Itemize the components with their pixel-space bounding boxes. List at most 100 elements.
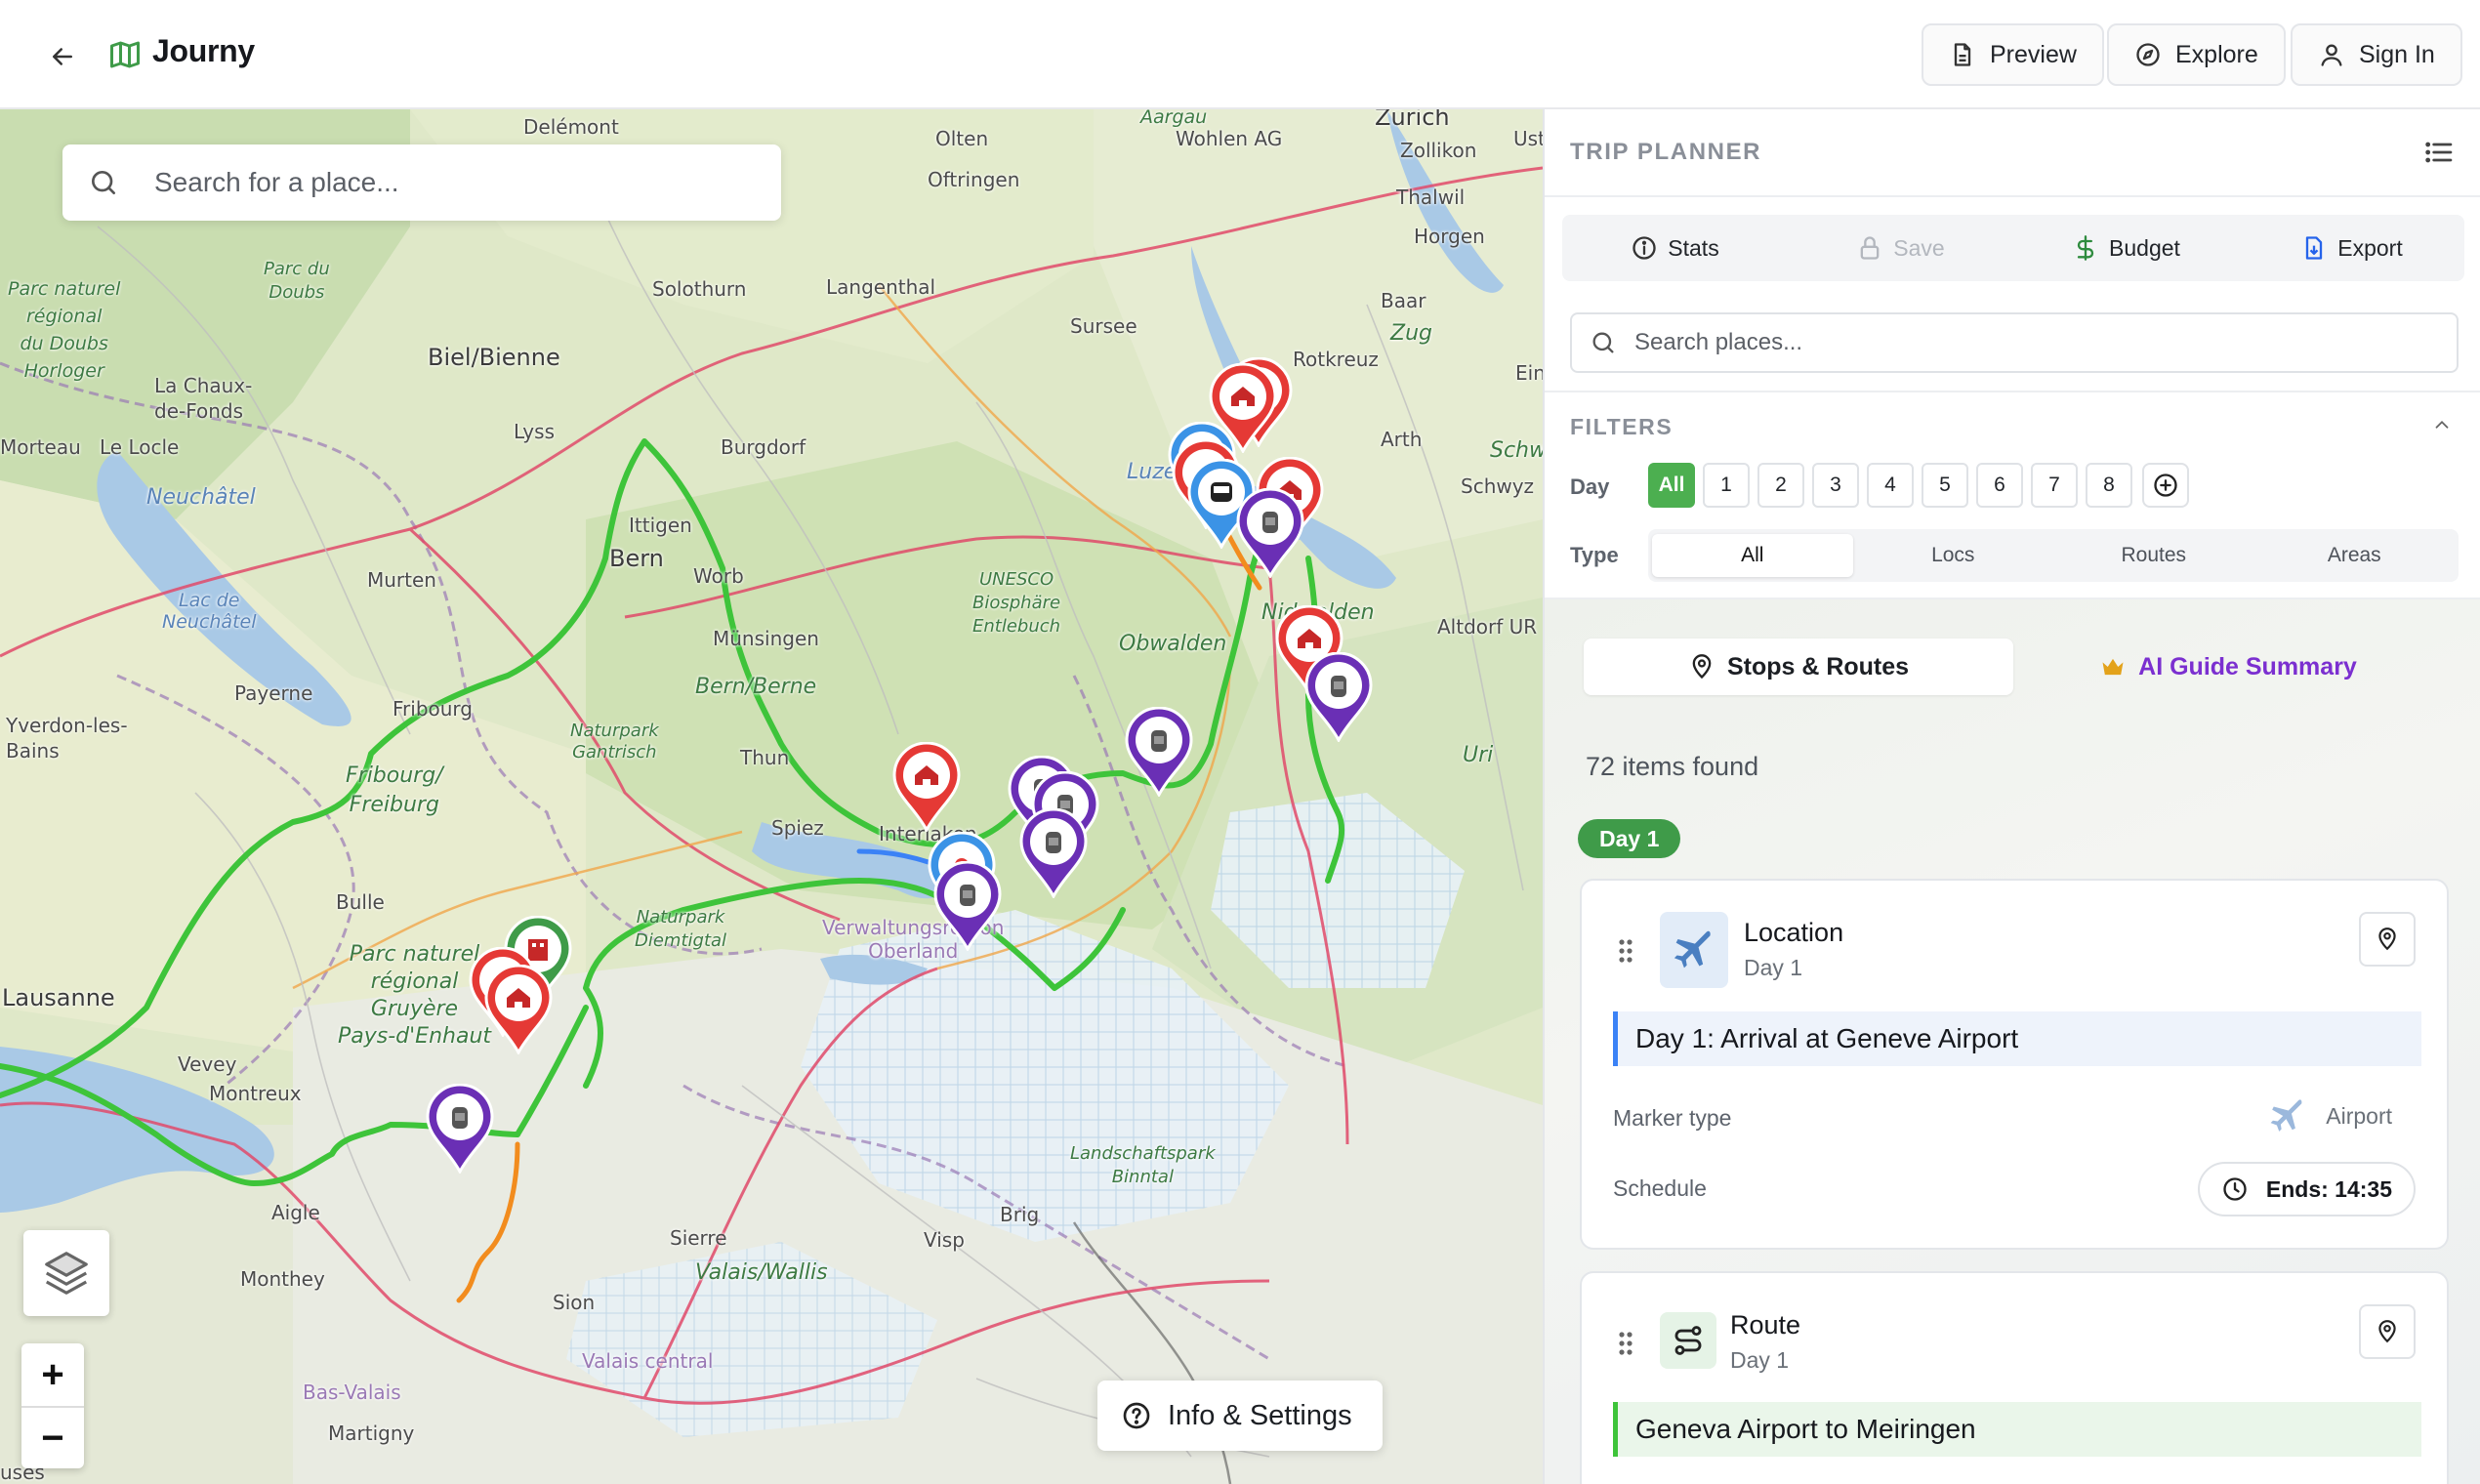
map-search-box[interactable] bbox=[62, 144, 781, 221]
items-found-count: 72 items found bbox=[1586, 752, 1759, 781]
panel-search-section bbox=[1545, 301, 2480, 392]
app-brand[interactable]: Journy bbox=[152, 33, 255, 69]
explore-button[interactable]: Explore bbox=[2107, 23, 2286, 86]
map-view[interactable]: Delémont Olten Oftringen Aargau Wohlen A… bbox=[0, 109, 1543, 1484]
hiking-pin[interactable] bbox=[424, 1083, 496, 1175]
hiking-pin[interactable] bbox=[1017, 807, 1090, 900]
map-label-parc-du-doubs: Parc du Doubs bbox=[264, 258, 330, 305]
day-chip-8[interactable]: 8 bbox=[2086, 463, 2132, 508]
back-button[interactable] bbox=[39, 33, 86, 80]
map-label-diem-1: Naturpark bbox=[636, 907, 725, 928]
map-label-bern: Bern bbox=[609, 545, 664, 572]
day-chip-6[interactable]: 6 bbox=[1976, 463, 2023, 508]
stats-button[interactable]: Stats bbox=[1562, 234, 1788, 262]
day-chip-7[interactable]: 7 bbox=[2031, 463, 2078, 508]
hiking-pin[interactable] bbox=[1123, 706, 1195, 799]
zoom-in-button[interactable]: + bbox=[21, 1343, 84, 1406]
zoom-out-button[interactable]: − bbox=[21, 1406, 84, 1468]
attraction-pin[interactable] bbox=[890, 741, 963, 834]
map-label-parc-doubs-1: Parc naturel bbox=[8, 278, 121, 300]
planner-toolbar: Stats Save Budget Export bbox=[1562, 215, 2464, 281]
app-header: Journy Preview Explore Sign In bbox=[0, 0, 2480, 109]
sign-in-button[interactable]: Sign In bbox=[2291, 23, 2462, 86]
map-label-ittigen: Ittigen bbox=[629, 514, 692, 537]
map-label-le-locle: Le Locle bbox=[100, 435, 180, 459]
map-label-arth: Arth bbox=[1381, 428, 1423, 451]
type-option-areas[interactable]: Areas bbox=[2254, 534, 2456, 577]
panel-search-input[interactable] bbox=[1634, 329, 2416, 356]
map-label-morteau: Morteau bbox=[0, 435, 81, 459]
day-chip-all[interactable]: All bbox=[1648, 463, 1695, 508]
map-label-biel: Biel/Bienne bbox=[428, 344, 560, 371]
type-option-routes[interactable]: Routes bbox=[2053, 534, 2254, 577]
export-button[interactable]: Export bbox=[2239, 234, 2464, 262]
map-label-olten: Olten bbox=[935, 127, 989, 150]
info-icon bbox=[1633, 236, 1656, 260]
map-label-parc-du: Parc du bbox=[264, 259, 330, 279]
itinerary-card-route[interactable]: Route Day 1 Geneva Airport to Meiringen bbox=[1580, 1271, 2449, 1484]
preview-button[interactable]: Preview bbox=[1922, 23, 2104, 86]
tab-stops-routes[interactable]: Stops & Routes bbox=[1584, 639, 2013, 695]
day-chip-2[interactable]: 2 bbox=[1757, 463, 1804, 508]
day-chip-4[interactable]: 4 bbox=[1867, 463, 1914, 508]
card-banner: Day 1: Arrival at Geneve Airport bbox=[1613, 1011, 2421, 1066]
map-label-solothurn: Solothurn bbox=[652, 277, 747, 301]
map-label-obwalden: Obwalden bbox=[1119, 632, 1227, 656]
map-label-unesco-1: UNESCO bbox=[978, 569, 1054, 590]
locate-on-map-button[interactable] bbox=[2359, 1304, 2416, 1359]
type-option-all[interactable]: All bbox=[1652, 534, 1853, 577]
day-chip-1[interactable]: 1 bbox=[1703, 463, 1750, 508]
map-label-schwyz: Schwyz bbox=[1461, 474, 1535, 498]
map-label-zollikon: Zollikon bbox=[1400, 139, 1477, 162]
day-chip-5[interactable]: 5 bbox=[1922, 463, 1968, 508]
document-icon bbox=[1954, 43, 1971, 66]
map-pin-icon bbox=[2378, 1320, 2396, 1343]
tab-ai-guide[interactable]: AI Guide Summary bbox=[2013, 639, 2443, 695]
schedule-value: Ends: 14:35 bbox=[2265, 1175, 2392, 1202]
panel-title: TRIP PLANNER bbox=[1570, 139, 1762, 165]
map-label-delemont: Delémont bbox=[523, 115, 619, 139]
map-label-rotkreuz: Rotkreuz bbox=[1293, 348, 1379, 371]
budget-button[interactable]: Budget bbox=[2013, 234, 2239, 262]
hiking-pin[interactable] bbox=[931, 860, 1004, 953]
map-label-worb: Worb bbox=[693, 564, 744, 588]
drag-handle-icon[interactable] bbox=[1617, 937, 1634, 965]
attraction-pin[interactable] bbox=[482, 964, 555, 1056]
schedule-chip[interactable]: Ends: 14:35 bbox=[2197, 1162, 2416, 1216]
map-label-horgen: Horgen bbox=[1414, 225, 1485, 248]
chevron-up-icon[interactable] bbox=[2431, 414, 2453, 435]
type-option-locs[interactable]: Locs bbox=[1853, 534, 2054, 577]
add-day-button[interactable] bbox=[2142, 463, 2189, 508]
map-label-sursee: Sursee bbox=[1070, 314, 1137, 338]
arrow-left-icon bbox=[53, 48, 72, 65]
map-label-gantrisch-1: Naturpark bbox=[570, 721, 659, 741]
map-label-gantrisch-2: Gantrisch bbox=[572, 742, 657, 763]
day-chip-3[interactable]: 3 bbox=[1812, 463, 1859, 508]
map-label-lausanne: Lausanne bbox=[2, 984, 115, 1011]
day-group-badge[interactable]: Day 1 bbox=[1578, 819, 1681, 858]
map-label-spiez: Spiez bbox=[771, 816, 824, 840]
layers-button[interactable] bbox=[23, 1230, 109, 1316]
hiking-pin[interactable] bbox=[1234, 487, 1306, 580]
save-button[interactable]: Save bbox=[1788, 234, 2013, 262]
search-icon bbox=[92, 171, 115, 194]
map-search-input[interactable] bbox=[154, 167, 701, 198]
user-icon bbox=[2321, 44, 2342, 66]
map-label-lac-neuchatel: Lac de Neuchâtel bbox=[162, 590, 257, 633]
map-label-sierre: Sierre bbox=[670, 1226, 727, 1250]
itinerary-card-location[interactable]: Location Day 1 Day 1: Arrival at Geneve … bbox=[1580, 879, 2449, 1250]
map-pin-icon bbox=[2378, 928, 2396, 951]
marker-type-text: Airport bbox=[2326, 1102, 2392, 1129]
hiking-pin[interactable] bbox=[1302, 651, 1375, 744]
info-settings-button[interactable]: Info & Settings bbox=[1097, 1381, 1383, 1451]
map-label-parc-doubs: Parc naturel régional du Doubs Horloger bbox=[8, 275, 120, 385]
map-label-baar: Baar bbox=[1381, 289, 1426, 312]
drag-handle-icon[interactable] bbox=[1617, 1330, 1634, 1357]
map-label-payerne: Payerne bbox=[234, 681, 313, 705]
panel-search-box[interactable] bbox=[1570, 312, 2459, 373]
map-label-montreux: Montreux bbox=[209, 1082, 302, 1105]
map-label-la-chaux: La Chaux- de-Fonds bbox=[154, 373, 252, 424]
file-download-icon bbox=[2306, 236, 2323, 260]
locate-on-map-button[interactable] bbox=[2359, 912, 2416, 967]
list-icon[interactable] bbox=[2423, 137, 2455, 168]
